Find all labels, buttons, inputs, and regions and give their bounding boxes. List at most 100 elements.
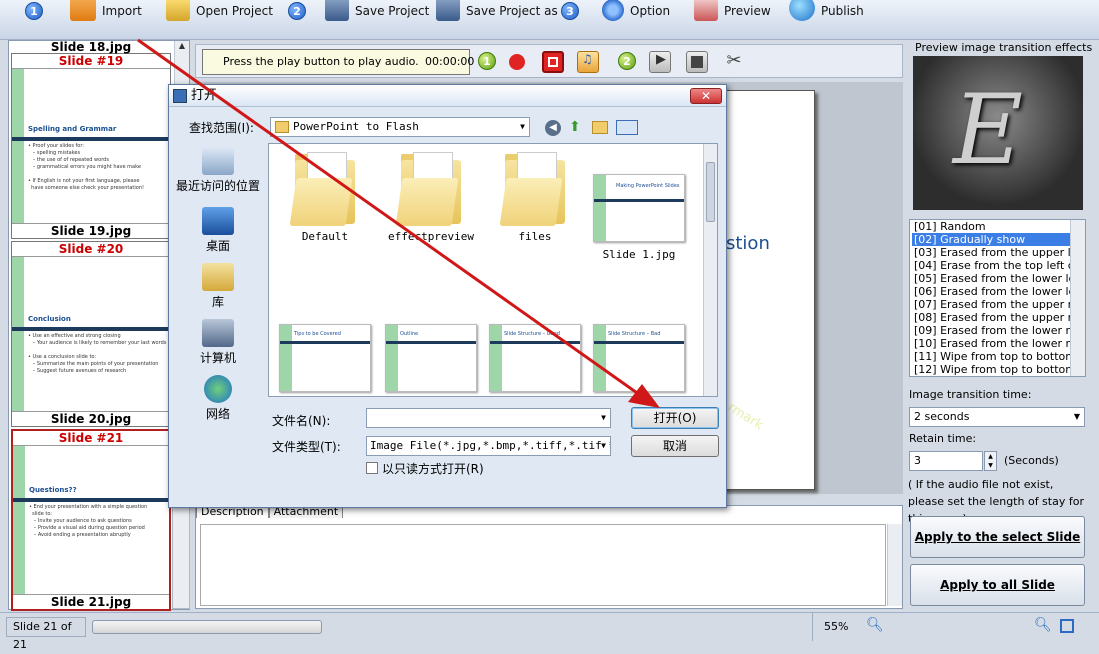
preview-effects-label: Preview image transition effects bbox=[915, 41, 1093, 54]
slide-21-thumbnail[interactable]: Slide #21 Questions?? • End your present… bbox=[11, 429, 171, 611]
effect-list-item[interactable]: [03] Erased from the upper left c bbox=[912, 246, 1085, 259]
stop-record-button[interactable] bbox=[542, 51, 564, 73]
effect-list-item[interactable]: [01] Random bbox=[912, 220, 1070, 233]
scroll-up-icon[interactable]: ▲ bbox=[175, 41, 189, 50]
look-in-select[interactable]: PowerPoint to Flash ▼ bbox=[270, 117, 530, 137]
apply-all-slides-button[interactable]: Apply to all Slide bbox=[910, 564, 1085, 606]
effect-list-item[interactable]: [09] Erased from the lower right bbox=[912, 324, 1085, 337]
image-thumbnail-icon: Slide Structure – Bad bbox=[593, 324, 685, 392]
thumb-title-0: Making PowerPoint Slides bbox=[616, 183, 680, 189]
save-project-as-button[interactable]: Save Project as bbox=[436, 0, 558, 21]
transition-time-select[interactable]: 2 seconds ▼ bbox=[909, 407, 1085, 427]
place-network-label: 网络 bbox=[205, 407, 230, 421]
description-textarea[interactable] bbox=[200, 524, 886, 606]
clear-audio-button[interactable]: ✂ bbox=[723, 51, 745, 73]
file-item-slide12[interactable]: Slide Structure – Good bbox=[485, 324, 585, 398]
slide-19-thumbnail[interactable]: Slide #19 Spelling and Grammar • Proof y… bbox=[11, 53, 171, 239]
publish-button[interactable]: Publish bbox=[789, 0, 864, 21]
effect-list-item[interactable]: [12] Wipe from top to bottom an bbox=[912, 363, 1085, 376]
import-button[interactable]: Import bbox=[70, 0, 142, 21]
slide-21-heading: Questions?? bbox=[29, 486, 77, 494]
filename-input[interactable]: ▼ bbox=[366, 408, 611, 428]
file-item-slide10[interactable]: Tips to be Covered bbox=[275, 324, 375, 398]
back-icon[interactable]: ◀ bbox=[545, 120, 561, 136]
transition-time-label: Image transition time: bbox=[909, 388, 1032, 401]
retain-time-stepper[interactable]: ▲ ▼ bbox=[984, 451, 997, 471]
audio-step-1-badge: 1 bbox=[478, 52, 496, 70]
file-list-scrollbar[interactable] bbox=[703, 144, 717, 396]
chevron-down-icon: ▼ bbox=[520, 122, 525, 131]
file-item-files[interactable]: files bbox=[485, 152, 585, 243]
cancel-button[interactable]: 取消 bbox=[631, 435, 719, 457]
effect-list-item[interactable]: [07] Erased from the upper right bbox=[912, 298, 1085, 311]
scroll-thumb[interactable] bbox=[706, 162, 715, 222]
file-item-effectpreview[interactable]: effectpreview bbox=[381, 152, 481, 243]
place-desktop-label: 桌面 bbox=[205, 239, 230, 253]
image-thumbnail-icon: Slide Structure – Good bbox=[489, 324, 581, 392]
filename-label: 文件名(N): bbox=[272, 414, 331, 428]
zoom-in-icon[interactable]: 🔍︎ bbox=[1034, 617, 1052, 633]
place-network[interactable]: 网络 bbox=[173, 375, 263, 422]
open-project-button[interactable]: Open Project bbox=[166, 0, 273, 21]
file-item-slide11[interactable]: Outline bbox=[381, 324, 481, 398]
stop-icon bbox=[691, 56, 703, 68]
record-icon bbox=[509, 54, 525, 70]
preview-button[interactable]: Preview bbox=[694, 0, 771, 21]
play-button[interactable]: ▶ bbox=[649, 51, 671, 73]
transition-effects-list[interactable]: [01] Random [02] Gradually show [03] Erase… bbox=[909, 219, 1086, 377]
effects-scrollbar[interactable] bbox=[1070, 220, 1085, 376]
save-project-button[interactable]: Save Project bbox=[325, 0, 429, 21]
file-item-slide1-label: Slide 1.jpg bbox=[602, 248, 676, 261]
effect-list-item[interactable]: [08] Erased from the upper right bbox=[912, 311, 1085, 324]
new-folder-icon[interactable] bbox=[592, 121, 608, 134]
slide-20-name: Slide 20.jpg bbox=[50, 412, 132, 426]
effect-list-item[interactable]: [05] Erased from the lower left c bbox=[912, 272, 1085, 285]
effect-list-item[interactable]: [10] Erased from the lower right bbox=[912, 337, 1085, 350]
preview-label: Preview bbox=[724, 4, 771, 18]
effects-items: [01] Random [02] Gradually show [03] Erase… bbox=[910, 220, 1085, 376]
import-audio-button[interactable]: ♫ bbox=[577, 51, 599, 73]
place-recent[interactable]: 最近访问的位置 bbox=[173, 147, 263, 194]
option-label: Option bbox=[630, 4, 671, 18]
zoom-out-icon[interactable]: 🔍︎ bbox=[866, 617, 884, 633]
audio-step-2-badge: 2 bbox=[618, 52, 636, 70]
description-scrollbar[interactable] bbox=[887, 524, 902, 606]
dialog-close-button[interactable]: ✕ bbox=[690, 88, 722, 104]
effect-list-item[interactable]: [04] Erase from the top left corn bbox=[912, 259, 1085, 272]
open-button[interactable]: 打开(O) bbox=[631, 407, 719, 429]
file-item-slide13[interactable]: Slide Structure – Bad bbox=[589, 324, 689, 398]
view-menu-icon[interactable] bbox=[616, 120, 638, 135]
place-libraries[interactable]: 库 bbox=[173, 263, 263, 310]
audio-prompt: Press the play button to play audio. bbox=[223, 55, 419, 68]
folder-icon bbox=[275, 121, 289, 133]
filetype-label: 文件类型(T): bbox=[272, 440, 341, 454]
slide-21-image: Questions?? • End your presentation with… bbox=[13, 445, 169, 595]
file-item-slide1[interactable]: Making PowerPoint Slides Slide 1.jpg bbox=[589, 174, 689, 261]
effect-list-item[interactable]: [02] Gradually show bbox=[912, 233, 1070, 246]
floppy-disk-as-icon bbox=[436, 0, 460, 21]
filetype-select[interactable]: Image File(*.jpg,*.bmp,*.tiff,*.tif,* ▼ bbox=[366, 436, 611, 456]
transition-time-value: 2 seconds bbox=[914, 410, 970, 423]
slide-20-thumbnail[interactable]: Slide #20 Conclusion • Use an effective … bbox=[11, 241, 171, 427]
left-splitter[interactable] bbox=[172, 505, 190, 609]
effect-list-item[interactable]: [06] Erased from the lower left c bbox=[912, 285, 1085, 298]
stop-button[interactable] bbox=[686, 51, 708, 73]
up-folder-icon[interactable]: ⬆ bbox=[569, 119, 581, 135]
file-item-default-label: Default bbox=[301, 230, 349, 243]
place-desktop[interactable]: 桌面 bbox=[173, 207, 263, 254]
readonly-checkbox[interactable] bbox=[366, 462, 378, 474]
file-item-default[interactable]: Default bbox=[275, 152, 375, 243]
fit-to-window-icon[interactable] bbox=[1060, 619, 1074, 633]
status-bar: Slide 21 of 21 55% 🔍︎ 🔍︎ bbox=[0, 612, 1099, 651]
retain-time-input[interactable]: 3 bbox=[909, 451, 983, 471]
apply-selected-slide-button[interactable]: Apply to the select Slide bbox=[910, 516, 1085, 558]
place-computer[interactable]: 计算机 bbox=[173, 319, 263, 366]
effect-list-item[interactable]: [11] Wipe from top to bottom bbox=[912, 350, 1076, 363]
record-button[interactable] bbox=[506, 51, 528, 73]
step-1-badge: 1 bbox=[25, 2, 43, 20]
option-button[interactable]: Option bbox=[602, 0, 671, 21]
folder-open-icon bbox=[166, 0, 190, 21]
look-in-value: PowerPoint to Flash bbox=[293, 120, 419, 133]
publish-label: Publish bbox=[821, 4, 864, 18]
slide-19-heading: Spelling and Grammar bbox=[28, 125, 117, 133]
